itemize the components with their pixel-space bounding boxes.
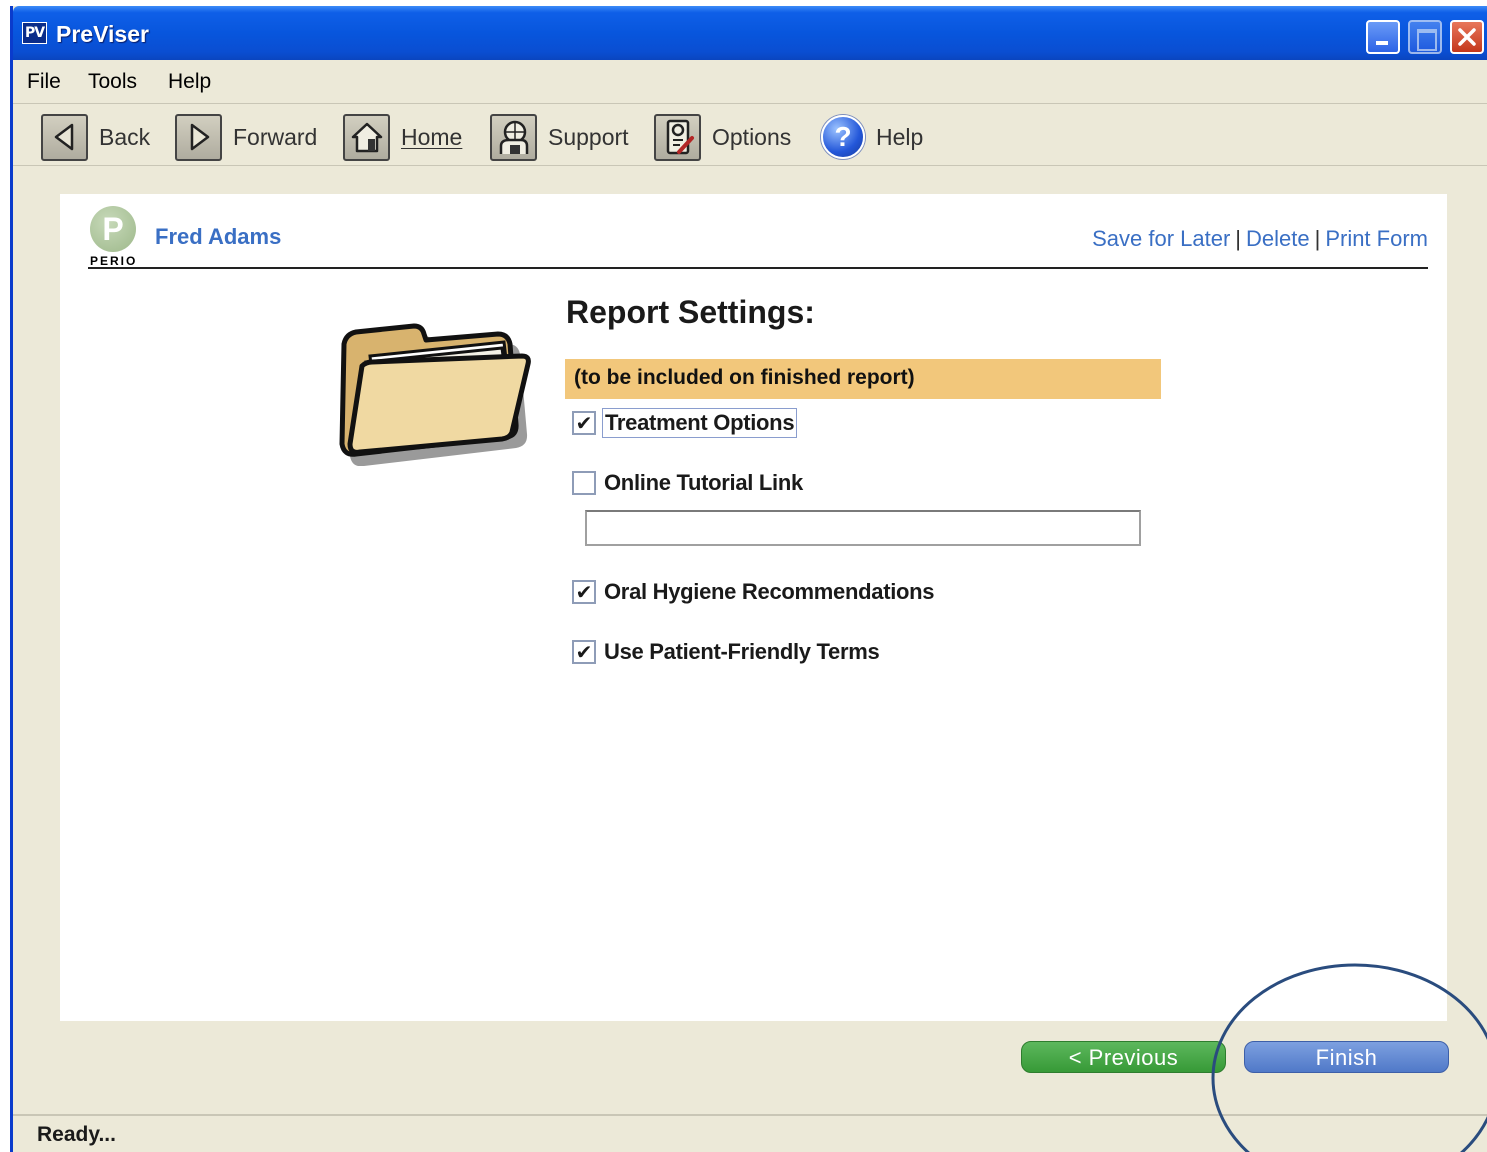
online-tutorial-checkbox[interactable] — [572, 471, 596, 495]
support-button[interactable]: Support — [490, 112, 629, 162]
report-subtitle-banner: (to be included on finished report) — [565, 359, 1161, 399]
window-title: PreViser — [56, 21, 149, 47]
options-label: Options — [712, 123, 792, 150]
oral-hygiene-option[interactable]: ✔ Oral Hygiene Recommendations — [572, 579, 935, 605]
folder-icon — [326, 316, 536, 471]
online-tutorial-label: Online Tutorial Link — [604, 470, 803, 495]
save-for-later-link[interactable]: Save for Later — [1092, 226, 1230, 251]
forward-arrow-icon — [175, 113, 222, 161]
close-icon — [1458, 28, 1476, 46]
app-logo-icon: PV — [22, 22, 47, 44]
treatment-options-label: Treatment Options — [602, 408, 798, 438]
title-bar[interactable]: PV PreViser — [13, 6, 1487, 60]
tutorial-link-input[interactable] — [585, 510, 1141, 546]
patient-name: Fred Adams — [155, 224, 282, 249]
oral-hygiene-checkbox[interactable]: ✔ — [572, 580, 596, 604]
menu-bar: File Tools Help — [13, 60, 1487, 104]
print-form-link[interactable]: Print Form — [1325, 226, 1428, 251]
link-separator: | — [1235, 226, 1241, 251]
support-label: Support — [548, 123, 629, 150]
report-settings-title: Report Settings: — [566, 294, 815, 330]
perio-logo: P PERIO — [90, 206, 138, 268]
back-label: Back — [99, 123, 151, 150]
header-links: Save for Later | Delete | Print Form — [1092, 226, 1428, 252]
treatment-options-checkbox[interactable]: ✔ — [572, 411, 596, 435]
oral-hygiene-label: Oral Hygiene Recommendations — [604, 579, 935, 604]
annotation-circle — [1211, 963, 1487, 1152]
forward-button[interactable]: Forward — [175, 112, 317, 162]
check-icon: ✔ — [575, 640, 593, 664]
treatment-options-option[interactable]: ✔ Treatment Options — [572, 408, 798, 438]
online-tutorial-option[interactable]: Online Tutorial Link — [572, 470, 803, 496]
support-icon — [490, 113, 537, 161]
back-arrow-icon — [41, 113, 88, 161]
perio-logo-text: PERIO — [90, 254, 138, 268]
minimize-button[interactable] — [1366, 20, 1400, 54]
menu-help[interactable]: Help — [168, 70, 211, 94]
toolbar: Back Forward Home Support Options ? Help — [13, 104, 1487, 166]
help-button[interactable]: ? Help — [821, 112, 923, 162]
options-button[interactable]: Options — [654, 112, 791, 162]
home-label: Home — [401, 123, 463, 150]
previous-button[interactable]: < Previous — [1021, 1041, 1226, 1073]
header-divider — [88, 267, 1428, 269]
help-question-icon: ? — [821, 115, 865, 159]
perio-logo-icon: P — [90, 206, 136, 252]
delete-link[interactable]: Delete — [1246, 226, 1310, 251]
menu-tools[interactable]: Tools — [88, 70, 137, 94]
home-icon — [343, 113, 390, 161]
maximize-button[interactable] — [1408, 20, 1442, 54]
close-button[interactable] — [1450, 20, 1484, 54]
check-icon: ✔ — [575, 580, 593, 604]
home-button[interactable]: Home — [343, 112, 462, 162]
help-label: Help — [876, 123, 924, 150]
options-icon — [654, 113, 701, 161]
report-subtitle: (to be included on finished report) — [574, 366, 915, 389]
patient-friendly-option[interactable]: ✔ Use Patient-Friendly Terms — [572, 639, 880, 665]
patient-friendly-checkbox[interactable]: ✔ — [572, 640, 596, 664]
link-separator: | — [1314, 226, 1321, 251]
status-text: Ready... — [37, 1123, 116, 1146]
content-panel: P PERIO Fred Adams Save for Later | Delete… — [60, 194, 1447, 1021]
patient-friendly-label: Use Patient-Friendly Terms — [604, 639, 880, 664]
check-icon: ✔ — [575, 411, 593, 435]
back-button[interactable]: Back — [41, 112, 150, 162]
menu-file[interactable]: File — [27, 70, 61, 94]
forward-label: Forward — [233, 123, 318, 150]
